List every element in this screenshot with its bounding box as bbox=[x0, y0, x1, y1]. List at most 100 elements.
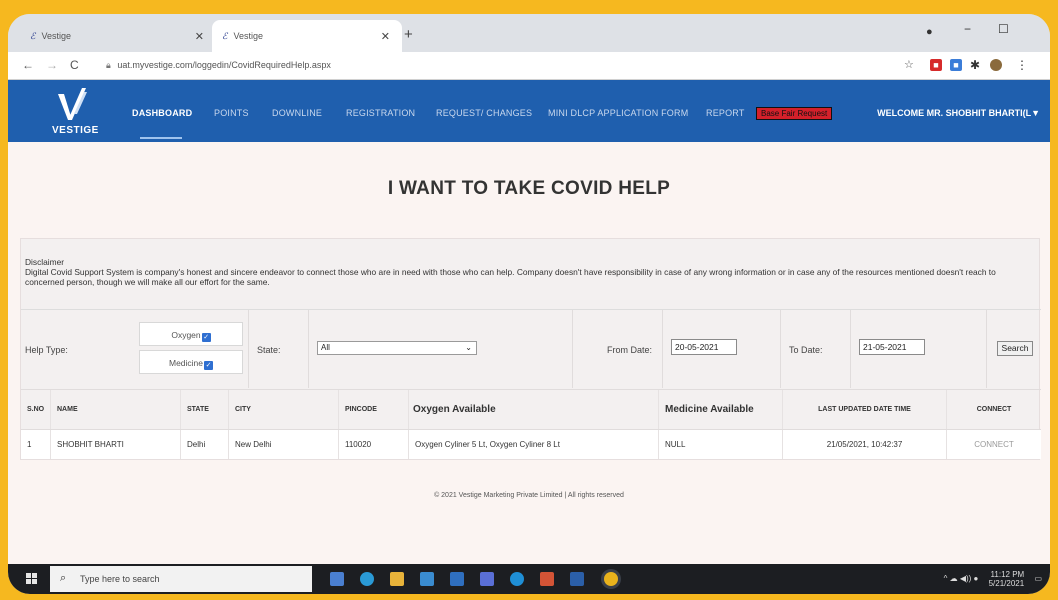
cell-medicine: NULL bbox=[659, 430, 783, 459]
header-updated: LAST UPDATED DATE TIME bbox=[783, 390, 947, 429]
skype-icon[interactable] bbox=[510, 572, 524, 586]
cell-sno: 1 bbox=[21, 430, 51, 459]
tab-vestige-2[interactable]: ℰ Vestige ✕ bbox=[212, 20, 402, 52]
state-label-cell: State: bbox=[249, 310, 309, 388]
chevron-down-icon: ⌄ bbox=[465, 343, 472, 352]
vestige-favicon-icon: ℰ bbox=[222, 30, 228, 41]
nav-base-fair-request[interactable]: Base Fair Request bbox=[756, 107, 833, 120]
cell-pincode: 110020 bbox=[339, 430, 409, 459]
reload-icon[interactable]: C bbox=[70, 58, 79, 72]
new-tab-button[interactable]: + bbox=[404, 26, 413, 43]
file-explorer-icon[interactable] bbox=[390, 572, 404, 586]
header-name: NAME bbox=[51, 390, 181, 429]
header-oxygen: Oxygen Available bbox=[409, 390, 659, 429]
help-type-label: Help Type: bbox=[25, 345, 68, 355]
task-view-icon[interactable] bbox=[330, 572, 344, 586]
header-medicine: Medicine Available bbox=[659, 390, 783, 429]
nav-dashboard[interactable]: DASHBOARD bbox=[132, 108, 192, 118]
back-arrow-icon[interactable]: ← bbox=[22, 58, 34, 72]
avatar[interactable] bbox=[990, 59, 1002, 71]
cell-oxygen: Oxygen Cyliner 5 Lt, Oxygen Cyliner 8 Lt bbox=[409, 430, 659, 459]
to-date-label-cell: To Date: bbox=[781, 310, 851, 388]
profile-icon[interactable]: ● bbox=[926, 26, 933, 38]
state-select[interactable]: All ⌄ bbox=[317, 341, 477, 355]
header-city: CITY bbox=[229, 390, 339, 429]
minimize-button[interactable]: − bbox=[964, 22, 971, 36]
from-date-label: From Date: bbox=[607, 345, 653, 355]
tab-vestige-1[interactable]: ℰ Vestige ✕ bbox=[20, 20, 216, 52]
bookmark-star-icon[interactable]: ☆ bbox=[904, 58, 914, 71]
taskbar-search-placeholder: Type here to search bbox=[80, 574, 160, 584]
oxygen-checkbox[interactable]: Oxygen ✓ bbox=[139, 322, 243, 346]
extension-grid-icon[interactable]: ■ bbox=[950, 59, 962, 71]
disclaimer: Disclaimer Digital Covid Support System … bbox=[25, 257, 1035, 287]
tab-strip: ℰ Vestige ✕ ℰ Vestige ✕ + ● − ☐ bbox=[8, 14, 1050, 52]
forward-arrow-icon[interactable]: → bbox=[46, 58, 58, 72]
powerpoint-icon[interactable] bbox=[540, 572, 554, 586]
windows-taskbar: ⌕ Type here to search ^ ☁ ◀)) ● 11:12 PM… bbox=[8, 564, 1050, 594]
menu-kebab-icon[interactable]: ⋮ bbox=[1016, 58, 1028, 72]
cell-updated: 21/05/2021, 10:42:37 bbox=[783, 430, 947, 459]
close-tab-icon[interactable]: ✕ bbox=[381, 30, 390, 43]
windows-start-icon[interactable] bbox=[26, 573, 38, 585]
close-tab-icon[interactable]: ✕ bbox=[195, 30, 204, 43]
cell-city: New Delhi bbox=[229, 430, 339, 459]
covid-help-panel: Disclaimer Digital Covid Support System … bbox=[20, 238, 1041, 460]
connect-link[interactable]: CONNECT bbox=[974, 440, 1014, 449]
nav-registration[interactable]: REGISTRATION bbox=[346, 108, 415, 118]
search-button[interactable]: Search bbox=[997, 341, 1033, 356]
welcome-user-menu[interactable]: WELCOME MR. SHOBHIT BHARTI(L▼ bbox=[877, 108, 1040, 118]
to-date-input[interactable]: 21-05-2021 bbox=[859, 339, 925, 355]
to-date-label: To Date: bbox=[789, 345, 823, 355]
header-state: STATE bbox=[181, 390, 229, 429]
maximize-button[interactable]: ☐ bbox=[998, 22, 1009, 36]
url-field[interactable]: 🔒︎ uat.myvestige.com/loggedin/CovidRequi… bbox=[106, 60, 331, 71]
page-title: I WANT TO TAKE COVID HELP bbox=[387, 178, 671, 199]
site-header: VESTIGE DASHBOARD POINTS DOWNLINE REGIST… bbox=[8, 80, 1050, 142]
disclaimer-heading: Disclaimer bbox=[25, 257, 65, 267]
nav-request-changes[interactable]: REQUEST/ CHANGES bbox=[436, 108, 532, 118]
header-pincode: PINCODE bbox=[339, 390, 409, 429]
extension-pdf-icon[interactable]: ■ bbox=[930, 59, 942, 71]
table-row: 1 SHOBHIT BHARTI Delhi New Delhi 110020 … bbox=[21, 429, 1041, 459]
oxygen-label: Oxygen bbox=[171, 330, 201, 340]
tray-icons[interactable]: ^ ☁ ◀)) ● bbox=[944, 574, 979, 583]
from-date-input[interactable]: 20-05-2021 bbox=[671, 339, 737, 355]
taskbar-search-input[interactable]: ⌕ Type here to search bbox=[50, 566, 312, 592]
teams-icon[interactable] bbox=[480, 572, 494, 586]
extensions-puzzle-icon[interactable]: ✱ bbox=[970, 58, 980, 72]
cell-state: Delhi bbox=[181, 430, 229, 459]
mail-icon[interactable] bbox=[450, 572, 464, 586]
address-bar: ← → C 🔒︎ uat.myvestige.com/loggedin/Covi… bbox=[8, 52, 1050, 80]
lock-icon: 🔒︎ bbox=[106, 60, 111, 70]
header-connect: CONNECT bbox=[976, 406, 1012, 413]
checkbox-checked-icon: ✓ bbox=[201, 333, 211, 342]
url-text: uat.myvestige.com/loggedin/CovidRequired… bbox=[117, 60, 331, 70]
nav-downline[interactable]: DOWNLINE bbox=[272, 108, 322, 118]
header-sno: S.NO bbox=[21, 390, 51, 429]
from-date-label-cell: From Date: bbox=[573, 310, 663, 388]
active-nav-indicator bbox=[140, 137, 182, 139]
medicine-checkbox[interactable]: Medicine ✓ bbox=[139, 350, 243, 374]
table-header-row: S.NO NAME STATE CITY PINCODE Oxygen Avai… bbox=[21, 389, 1041, 429]
state-label: State: bbox=[257, 345, 281, 355]
tab-label: Vestige bbox=[233, 31, 263, 41]
footer-copyright: © 2021 Vestige Marketing Private Limited… bbox=[434, 492, 624, 499]
state-selected-value: All bbox=[321, 343, 330, 352]
nav-mini-dlcp-form[interactable]: MINI DLCP APPLICATION FORM bbox=[548, 108, 688, 118]
clock-time[interactable]: 11:12 PM bbox=[991, 570, 1025, 579]
search-icon: ⌕ bbox=[60, 572, 67, 584]
nav-report[interactable]: REPORT bbox=[706, 108, 745, 118]
nav-points[interactable]: POINTS bbox=[214, 108, 249, 118]
page-content: I WANT TO TAKE COVID HELP Disclaimer Dig… bbox=[8, 142, 1050, 564]
store-icon[interactable] bbox=[420, 572, 434, 586]
logo-text: VESTIGE bbox=[52, 125, 99, 136]
edge-browser-icon[interactable] bbox=[360, 572, 374, 586]
system-tray: ^ ☁ ◀)) ● 11:12 PM 5/21/2021 ▭ bbox=[944, 570, 1042, 588]
notifications-icon[interactable]: ▭ bbox=[1034, 574, 1042, 583]
word-icon[interactable] bbox=[570, 572, 584, 586]
checkbox-checked-icon: ✓ bbox=[204, 361, 214, 370]
clock-date[interactable]: 5/21/2021 bbox=[989, 579, 1025, 588]
vestige-favicon-icon: ℰ bbox=[30, 30, 36, 41]
chrome-icon[interactable] bbox=[604, 572, 618, 586]
